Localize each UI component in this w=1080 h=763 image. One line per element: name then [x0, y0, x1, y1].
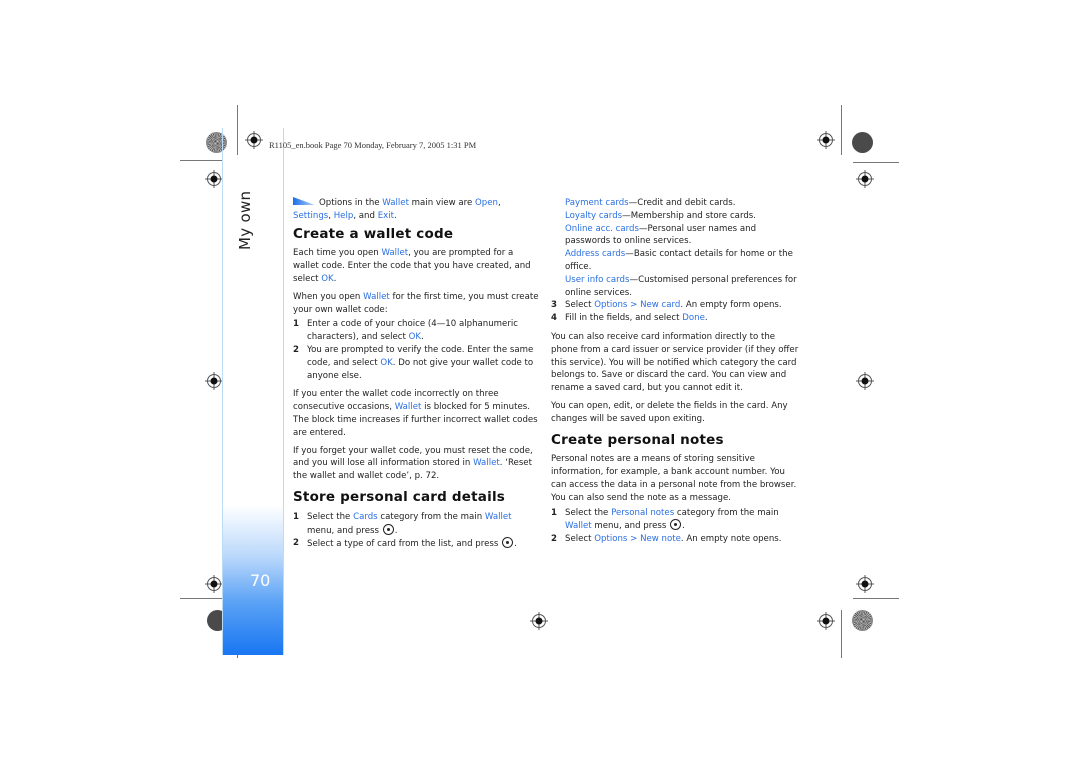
crop-line: [180, 598, 222, 599]
registration-mark-icon: [530, 612, 548, 630]
tip-icon: [293, 197, 315, 205]
step-item: 4 Fill in the fields, and select Done.: [551, 313, 708, 324]
step-item: 1 Select the Cards category from the main…: [293, 511, 512, 536]
registration-mark-icon: [817, 131, 835, 149]
card-type-item: Address cards—Basic contact details for …: [565, 249, 793, 272]
running-head: R1105_en.book Page 70 Monday, February 7…: [269, 140, 477, 150]
paragraph: Personal notes are a means of storing se…: [551, 454, 797, 503]
step-item: 2 Select Options > New note. An empty not…: [551, 534, 782, 545]
registration-dot-icon: [852, 132, 873, 153]
step-item: 2 You are prompted to verify the code. En…: [293, 344, 534, 381]
registration-mark-icon: [817, 612, 835, 630]
left-column: Options in the Wallet main view are Open…: [293, 197, 541, 551]
tip-note: Options in the Wallet main view are Open…: [293, 197, 501, 221]
registration-mark-icon: [856, 170, 874, 188]
crop-line: [180, 160, 222, 161]
page-number: 70: [250, 571, 271, 590]
select-key-icon: [502, 537, 514, 549]
select-key-icon: [670, 519, 682, 531]
section-title: My own: [236, 190, 254, 250]
registration-mark-icon: [205, 170, 223, 188]
registration-mark-icon: [856, 575, 874, 593]
registration-mark-icon: [205, 372, 223, 390]
crop-line: [853, 598, 899, 599]
step-item: 3 Select Options > New card. An empty for…: [551, 300, 782, 311]
registration-sunburst-icon: [852, 610, 873, 631]
registration-mark-icon: [205, 575, 223, 593]
paragraph: Each time you open Wallet, you are promp…: [293, 248, 531, 284]
step-item: 2 Select a type of card from the list, an…: [293, 537, 517, 550]
card-type-item: User info cards—Customised personal pref…: [565, 274, 797, 298]
card-type-item: Payment cards—Credit and debit cards.: [565, 198, 736, 208]
select-key-icon: [382, 523, 394, 535]
crop-line: [841, 105, 842, 155]
card-type-list: Payment cards—Credit and debit cards. Lo…: [551, 197, 801, 299]
paragraph: You can open, edit, or delete the fields…: [551, 400, 788, 424]
right-column: Payment cards—Credit and debit cards. Lo…: [551, 197, 801, 546]
heading-store-card-details: Store personal card details: [293, 488, 506, 505]
registration-mark-icon: [856, 372, 874, 390]
heading-create-wallet-code: Create a wallet code: [293, 225, 454, 242]
crop-line: [853, 162, 899, 163]
paragraph: If you enter the wallet code incorrectly…: [293, 389, 538, 438]
paragraph: If you forget your wallet code, you must…: [293, 445, 533, 482]
heading-create-personal-notes: Create personal notes: [551, 431, 724, 448]
card-type-item: Loyalty cards—Membership and store cards…: [565, 210, 756, 221]
step-item: 1 Select the Personal notes category from…: [551, 507, 779, 532]
step-item: 1 Enter a code of your choice (4—10 alpha…: [293, 319, 518, 343]
card-type-item: Online acc. cards—Personal user names an…: [565, 223, 757, 247]
crop-line: [841, 610, 842, 658]
paragraph: When you open Wallet for the first time,…: [293, 291, 539, 315]
paragraph: You can also receive card information di…: [551, 331, 799, 394]
